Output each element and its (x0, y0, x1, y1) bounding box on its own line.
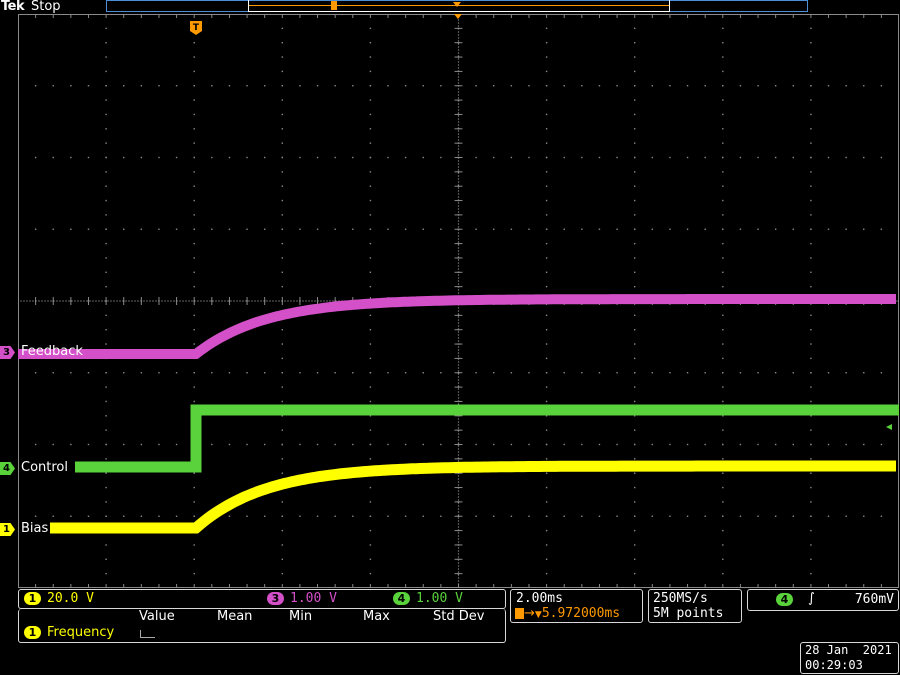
time: 00:29:03 (805, 658, 863, 672)
col-mean: Mean (217, 609, 253, 624)
trigger-level: 760mV (854, 592, 894, 607)
ch1-bias-trace (50, 460, 896, 534)
trigger-t-icon (515, 608, 524, 619)
arrow-icon: → (524, 606, 535, 621)
trigger-down-icon: ▼ (534, 610, 542, 620)
trigger-position-readout: →▼5.972000ms (515, 606, 620, 621)
record-trigger-icon (331, 1, 337, 10)
col-value: Value (139, 609, 175, 624)
top-status-bar: Tek Stop (0, 0, 900, 15)
ch3-feedback-trace (18, 294, 896, 359)
trigger-source-badge: 4 (776, 593, 793, 606)
date: 28 Jan 2021 (805, 643, 892, 657)
datetime-readout: 28 Jan 2021 00:29:03 (800, 642, 899, 674)
ch4-scale-readout[interactable]: 4 1.00 V (393, 591, 463, 606)
acquisition-state: Stop (31, 0, 61, 14)
rising-edge-icon: ∫ (808, 591, 815, 606)
ch3-ground-marker[interactable]: 3 (0, 346, 15, 359)
ch3-badge: 3 (267, 592, 284, 605)
time-per-div: 2.00ms (516, 591, 563, 606)
ch4-badge: 4 (393, 592, 410, 605)
col-max: Max (363, 609, 390, 624)
measurement-row-frequency[interactable]: 1 Frequency (24, 625, 114, 640)
brand-logo: Tek (1, 0, 25, 14)
vertical-settings-bar: 1 20.0 V 3 1.00 V 4 1.00 V (18, 589, 506, 609)
ch1-badge: 1 (24, 592, 41, 605)
waveform-display[interactable]: T (18, 14, 899, 588)
record-length: 5M points (653, 606, 724, 621)
col-min: Min (289, 609, 313, 624)
ch3-scale-readout[interactable]: 3 1.00 V (267, 591, 337, 606)
ch4-ground-marker[interactable]: 4 (0, 462, 15, 475)
svg-text:T: T (193, 23, 200, 33)
sample-rate: 250MS/s (653, 591, 708, 606)
ch1-scale-readout[interactable]: 1 20.0 V (24, 591, 94, 606)
ch4-label: Control (21, 460, 68, 475)
trigger-position-icon (453, 2, 461, 7)
ch1-ground-marker[interactable]: 1 (0, 523, 15, 536)
ch1-badge: 1 (24, 626, 41, 639)
ch4-control-trace (75, 404, 899, 473)
ch1-label: Bias (21, 521, 49, 536)
trigger-center-icon (454, 14, 462, 19)
horizontal-readout[interactable]: 2.00ms →▼5.972000ms (510, 589, 643, 623)
trigger-level-icon (886, 424, 892, 430)
trigger-marker-icon: T (190, 21, 202, 35)
col-std-dev: Std Dev (433, 609, 485, 624)
measurement-value-icon (140, 630, 155, 638)
trigger-readout[interactable]: 4 ∫ 760mV (747, 589, 899, 611)
ch3-label: Feedback (21, 344, 83, 359)
measurement-panel[interactable]: Value Mean Min Max Std Dev 1 Frequency (18, 609, 506, 643)
acquisition-readout[interactable]: 250MS/s 5M points (648, 589, 742, 623)
